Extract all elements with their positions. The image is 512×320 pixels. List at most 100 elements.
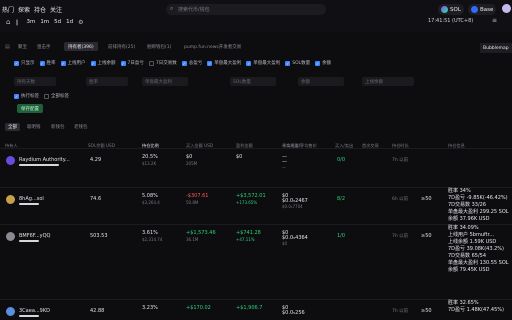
checkbox-checked-icon[interactable]: ✓ — [315, 60, 321, 66]
profit-amount: +$3,572.01 — [236, 193, 266, 199]
bought-amount: +$1,573.46 — [186, 230, 216, 236]
subtab-all[interactable]: 全部 — [5, 123, 20, 131]
profit-pct: +47.11% — [236, 237, 255, 242]
hold-pct: 3.23% — [142, 305, 158, 311]
checkbox-label: 余额 — [322, 61, 332, 66]
hold-info-line: 胜率 34.09% — [448, 225, 479, 231]
checkbox-label: 总盈亏 — [188, 61, 203, 66]
filter-input-sol-amount[interactable]: SOL数量 — [230, 77, 276, 86]
tab-snipers[interactable]: 狙击手 — [33, 42, 55, 51]
nav-holdings[interactable]: 持仓 — [34, 5, 46, 14]
hold-info-line: 上线余额 1.59K USD — [448, 239, 497, 245]
filter-input-max-profit[interactable]: 单盘最大盈利 — [142, 77, 188, 86]
checkbox-empty-icon[interactable] — [148, 60, 154, 66]
avg-price: $0.0₅7704 — [282, 204, 303, 209]
filter-input-upline-balance[interactable]: 上线余额 — [362, 77, 414, 86]
timeframe-bar: ⌂ ∥ 3m 1m 5d 1d ⚙ — [6, 18, 84, 26]
hold-info-line: 7D盈亏 1.48K(47.45%) — [448, 307, 504, 313]
tab-bundles[interactable]: 捆绑钱包(1) — [143, 42, 175, 51]
tag-checkbox-1[interactable]: 全部标签 — [44, 93, 69, 99]
holder-bar — [19, 240, 39, 242]
nav-explore[interactable]: 探索 — [18, 5, 30, 14]
sol-balance: 4.29 — [90, 157, 102, 163]
tab-activity[interactable]: 聚宝 — [14, 42, 31, 51]
bought-tokens: 36.1M — [186, 237, 199, 242]
search-input[interactable]: ⌕ 搜索代币/钱包 — [166, 4, 326, 15]
checkbox-checked-icon[interactable]: ✓ — [60, 60, 66, 66]
first-trade-time: 7h 以前 — [392, 158, 409, 163]
holder-name[interactable]: 3Caea...9KD — [19, 308, 50, 314]
filter-checkbox-5[interactable]: 7日交易数 — [148, 60, 177, 66]
holder-name[interactable]: BMF6F...yQQ — [19, 233, 50, 239]
nav-hot[interactable]: 热门 — [2, 5, 14, 14]
filter-input-balance[interactable]: 余额 — [298, 77, 344, 86]
checkbox-label: 单盘最大盈利 — [253, 61, 281, 66]
hamburger-icon[interactable]: ≡ — [492, 17, 497, 24]
timeframe-5d[interactable]: 5d — [54, 19, 61, 25]
base-icon — [471, 6, 478, 13]
bought-amount: -$307.61 — [186, 193, 209, 199]
holder-name[interactable]: Raydium Authority... — [19, 157, 70, 163]
save-config-button[interactable]: 保存配置 — [17, 104, 43, 113]
tab-dev-trades[interactable]: pump.fun.news开发者交易 — [180, 42, 245, 51]
holder-bar — [19, 164, 59, 166]
filter-checkbox-1[interactable]: ✓ 胜率 — [39, 60, 56, 66]
first-trade-time: 7h 以前 — [392, 309, 409, 314]
timeframe-3m[interactable]: 3m — [26, 19, 35, 25]
checkbox-label: 7日盈亏 — [127, 61, 144, 66]
hold-info-line: 7D交易数 65/54 — [448, 253, 487, 259]
avatar — [6, 195, 15, 204]
table-row[interactable] — [0, 148, 512, 174]
subtab-new-wallet[interactable]: 新钱包 — [48, 123, 68, 131]
filter-checkbox-9[interactable]: ✓ SOL数量 — [285, 60, 310, 66]
filter-checkbox-6[interactable]: ✓ 总盈亏 — [181, 60, 203, 66]
checkbox-empty-icon[interactable] — [44, 93, 49, 99]
checkbox-checked-icon[interactable]: ✓ — [39, 60, 45, 66]
checkbox-label: 执行标签 — [21, 94, 39, 99]
checkbox-label: 7日交易数 — [155, 61, 177, 66]
home-icon[interactable]: ⌂ — [6, 18, 10, 26]
search-placeholder: 搜索代币/钱包 — [178, 7, 210, 13]
hold-info-line: 余额 79.45K USD — [448, 267, 490, 273]
tag-checkbox-0[interactable]: ✓ 执行标签 — [14, 93, 39, 99]
checkbox-checked-icon[interactable]: ✓ — [90, 60, 96, 66]
chain-selector-sol[interactable]: SOL — [438, 4, 464, 15]
filter-input-winrate[interactable]: 胜率 — [86, 77, 128, 86]
bubblemap-button[interactable]: Bubblemap — [480, 43, 512, 53]
timeframe-1d[interactable]: 1d — [66, 19, 73, 25]
subtab-smart-money[interactable]: 聪明钱 — [24, 123, 44, 131]
hold-info-line: 余额 37.96K USD — [448, 216, 490, 222]
filter-checkbox-4[interactable]: ✓ 7日盈亏 — [120, 60, 144, 66]
avg-price: $0 — [282, 241, 288, 246]
checkbox-checked-icon[interactable]: ✓ — [181, 60, 187, 66]
avatar[interactable] — [502, 4, 511, 13]
checkbox-checked-icon[interactable]: ✓ — [120, 60, 126, 66]
checkbox-checked-icon[interactable]: ✓ — [14, 93, 19, 99]
filter-checkbox-8[interactable]: ✓ 单盘最大盈利 — [246, 60, 280, 66]
panel-icon[interactable]: ▤ — [5, 44, 10, 50]
checkbox-label: 上线用户 — [67, 61, 86, 66]
pause-icon[interactable]: ∥ — [15, 19, 18, 26]
tab-holders[interactable]: 持有者(396) — [64, 42, 98, 51]
tab-top-holders[interactable]: 前排持有(25) — [104, 42, 139, 51]
checkbox-checked-icon[interactable]: ✓ — [285, 60, 291, 66]
checkbox-checked-icon[interactable]: ✓ — [246, 60, 252, 66]
timeframe-1m[interactable]: 1m — [40, 19, 49, 25]
nav-follow[interactable]: 关注 — [50, 5, 62, 14]
avg-price: — — [282, 165, 286, 170]
chain-selector-base[interactable]: Base — [468, 4, 497, 15]
checkbox-checked-icon[interactable]: ✓ — [14, 60, 19, 66]
checkbox-checked-icon[interactable]: ✓ — [207, 60, 213, 66]
settings-icon[interactable]: ⚙ — [78, 19, 83, 26]
filter-checkbox-2[interactable]: ✓ 上线用户 — [60, 60, 86, 66]
subtab-old-wallet[interactable]: 老钱包 — [71, 123, 91, 131]
checkbox-label: SOL数量 — [292, 61, 311, 66]
filter-checkbox-7[interactable]: ✓ 单盘最大盈利 — [207, 60, 241, 66]
hold-pct-usd: $3,264.4 — [142, 200, 160, 205]
filter-input-hold-days[interactable]: 持有天数 — [14, 77, 56, 86]
holder-name[interactable]: 8hAg...sol — [19, 196, 44, 202]
filter-checkbox-0[interactable]: ✓ 只显示 — [14, 60, 35, 66]
filter-checkbox-3[interactable]: ✓ 上线余额 — [90, 60, 116, 66]
top-bar: 热门 探索 持仓 关注 ⌂ ∥ 3m 1m 5d 1d ⚙ ⌕ 搜索代币/钱包 … — [0, 0, 512, 32]
filter-checkbox-10[interactable]: ✓ 余额 — [315, 60, 331, 66]
